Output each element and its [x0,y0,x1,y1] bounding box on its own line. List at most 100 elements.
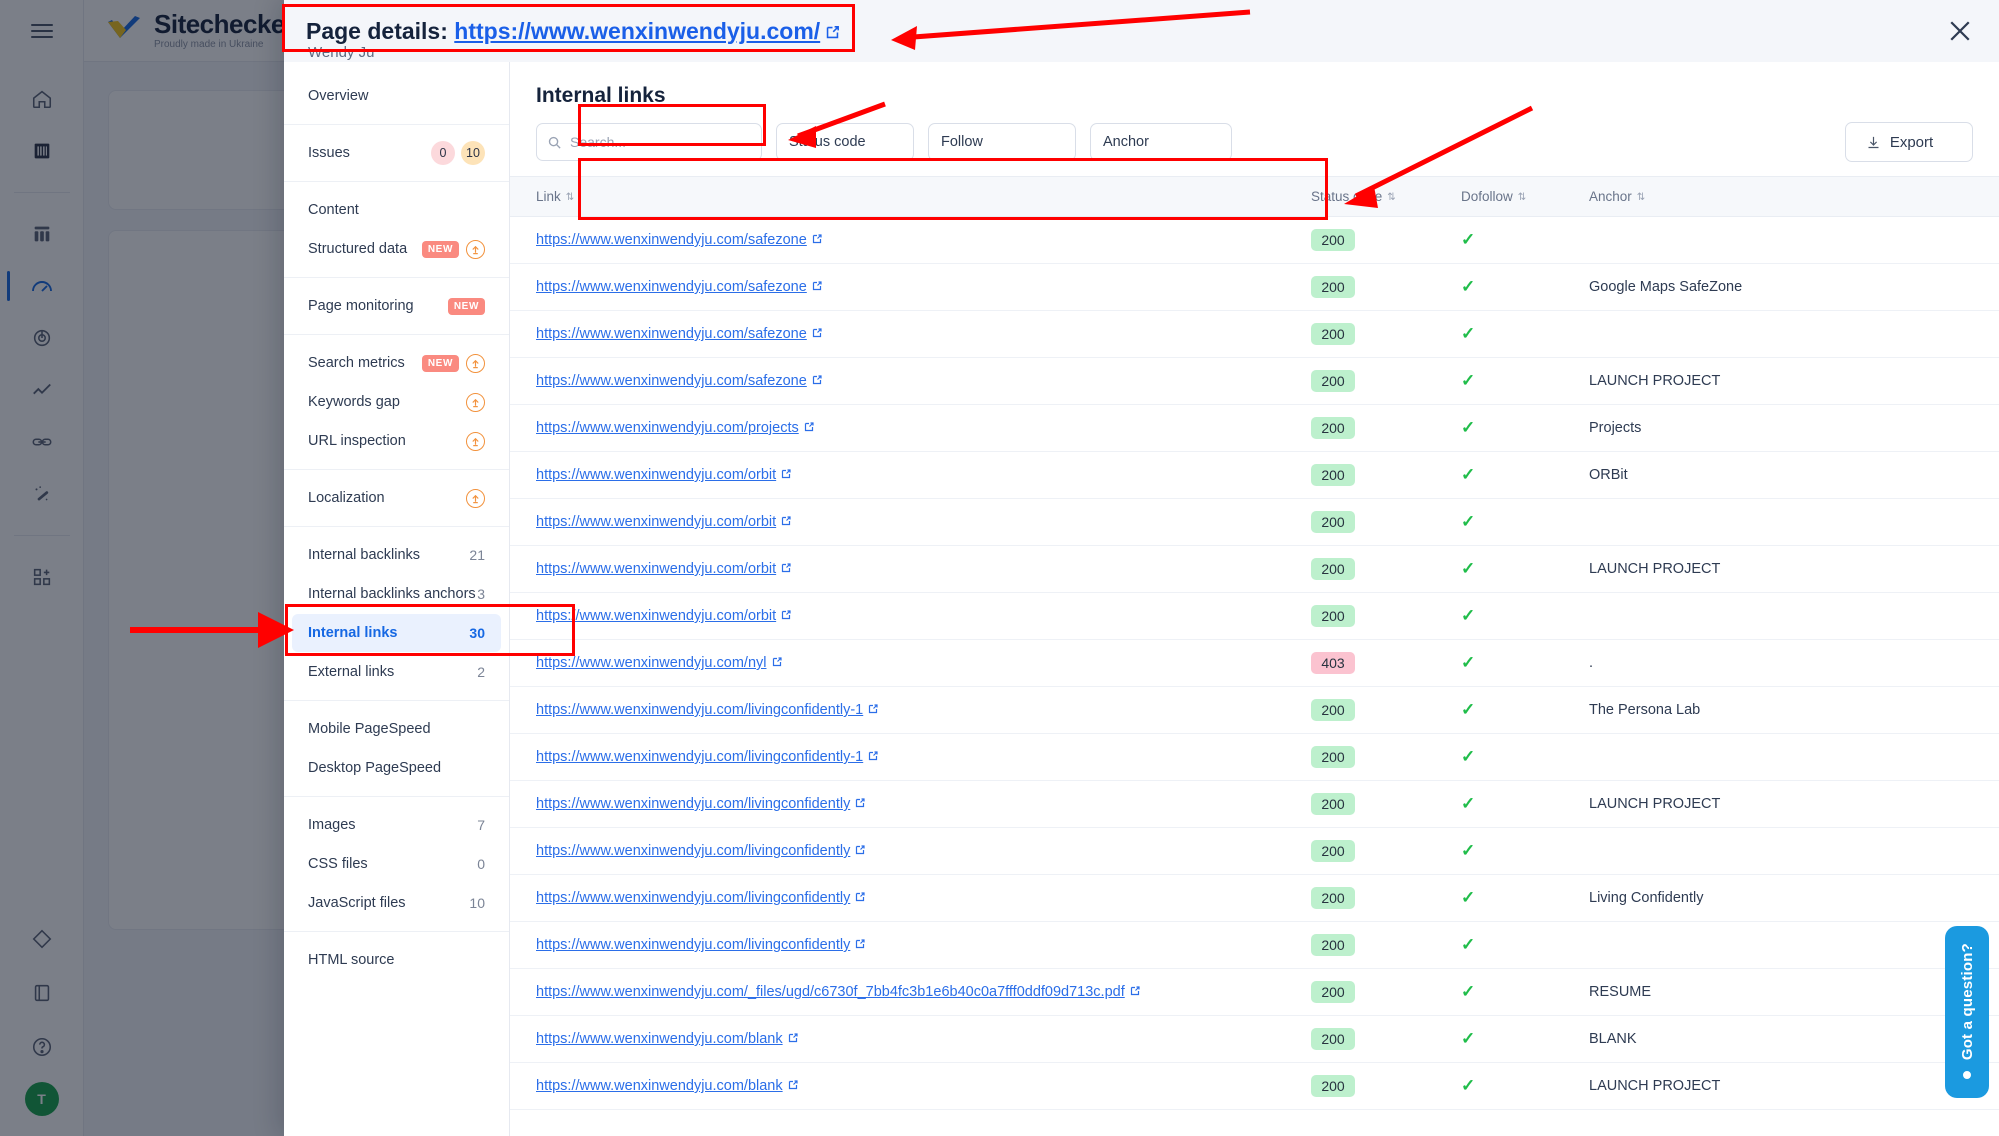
upgrade-icon[interactable] [466,239,485,259]
row-link[interactable]: https://www.wenxinwendyju.com/projects [536,420,799,436]
external-link-icon[interactable] [771,656,783,668]
check-icon: ✓ [1461,371,1476,390]
sidebar-item-localization[interactable]: Localization [292,479,501,517]
row-link[interactable]: https://www.wenxinwendyju.com/orbit [536,561,776,577]
upgrade-icon[interactable] [466,488,485,508]
cell-status-code: 200 [1301,592,1451,640]
cell-anchor: The Persona Lab [1579,686,1999,734]
sidebar-item-internal-links[interactable]: Internal links 30 [292,614,501,652]
table-row: https://www.wenxinwendyju.com/safezone 20… [510,310,1999,358]
external-link-icon[interactable] [787,1079,799,1091]
row-link[interactable]: https://www.wenxinwendyju.com/livingconf… [536,749,863,765]
status-code-filter[interactable]: Status code [776,123,914,161]
search-box[interactable] [536,123,762,161]
external-link-icon[interactable] [811,280,823,292]
cell-anchor: . [1579,639,1999,687]
sidebar-item-issues[interactable]: Issues 0 10 [292,134,501,172]
column-header-dofollow[interactable]: Dofollow ⇅ [1451,176,1579,217]
sidebar-item-internal-backlinks[interactable]: Internal backlinks 21 [292,536,501,574]
export-button[interactable]: Export [1845,122,1973,162]
site-owner-label: Wendy Ju [308,44,375,61]
row-link[interactable]: https://www.wenxinwendyju.com/safezone [536,326,807,342]
column-header-anchor[interactable]: Anchor ⇅ [1579,176,1999,217]
external-link-icon[interactable] [1129,985,1141,997]
cell-anchor: Projects [1579,404,1999,452]
sort-icon: ⇅ [1387,192,1396,203]
sidebar-item-javascript-files[interactable]: JavaScript files 10 [292,884,501,922]
sidebar-item-label: External links [308,664,395,680]
sidebar-item-url-inspection[interactable]: URL inspection [292,422,501,460]
external-link-icon[interactable] [854,891,866,903]
sidebar-item-page-monitoring[interactable]: Page monitoring NEW [292,287,501,325]
sidebar-item-mobile-pagespeed[interactable]: Mobile PageSpeed [292,710,501,748]
sidebar-item-structured-data[interactable]: Structured data NEW [292,230,501,268]
row-link[interactable]: https://www.wenxinwendyju.com/blank [536,1031,783,1047]
external-link-icon[interactable] [803,421,815,433]
upgrade-icon[interactable] [466,431,485,451]
external-link-icon[interactable] [867,750,879,762]
external-link-icon[interactable] [780,562,792,574]
search-input[interactable] [570,134,751,150]
anchor-filter[interactable]: Anchor [1090,123,1232,161]
chat-widget[interactable]: Got a question? [1945,926,1989,1098]
row-link[interactable]: https://www.wenxinwendyju.com/livingconf… [536,702,863,718]
cell-dofollow: ✓ [1451,545,1579,593]
external-link-icon[interactable] [811,233,823,245]
follow-filter[interactable]: Follow [928,123,1076,161]
column-header-link[interactable]: Link ⇅ [510,176,1301,217]
sidebar-item-content[interactable]: Content [292,191,501,229]
external-link-icon[interactable] [811,374,823,386]
sidebar-item-internal-backlinks-anchors[interactable]: Internal backlinks anchors 3 [292,575,501,613]
sidebar-item-count: 0 [477,856,485,872]
row-link[interactable]: https://www.wenxinwendyju.com/safezone [536,232,807,248]
row-link[interactable]: https://www.wenxinwendyju.com/safezone [536,279,807,295]
check-icon: ✓ [1461,747,1476,766]
sidebar-item-css-files[interactable]: CSS files 0 [292,845,501,883]
row-link[interactable]: https://www.wenxinwendyju.com/orbit [536,514,776,530]
external-link-icon[interactable] [854,797,866,809]
row-link[interactable]: https://www.wenxinwendyju.com/livingconf… [536,843,850,859]
upgrade-icon[interactable] [466,392,485,412]
row-link[interactable]: https://www.wenxinwendyju.com/safezone [536,373,807,389]
sidebar-item-html-source[interactable]: HTML source [292,941,501,979]
close-icon[interactable] [1945,16,1975,46]
sidebar-item-overview[interactable]: Overview [292,77,501,115]
external-link-icon[interactable] [854,938,866,950]
page-details-modal: Page details: https://www.wenxinwendyju.… [284,0,1999,1136]
external-link-icon[interactable] [780,609,792,621]
external-link-icon[interactable] [787,1032,799,1044]
sidebar-item-images[interactable]: Images 7 [292,806,501,844]
follow-filter-label: Follow [941,134,983,150]
external-link-icon[interactable] [780,468,792,480]
sidebar-item-desktop-pagespeed[interactable]: Desktop PageSpeed [292,749,501,787]
row-link[interactable]: https://www.wenxinwendyju.com/orbit [536,608,776,624]
status-badge: 200 [1311,464,1355,486]
sidebar-item-label: Structured data [308,241,408,257]
cell-dofollow: ✓ [1451,498,1579,546]
page-url-link[interactable]: https://www.wenxinwendyju.com/ [454,18,820,44]
row-link[interactable]: https://www.wenxinwendyju.com/livingconf… [536,890,850,906]
sidebar-item-keywords-gap[interactable]: Keywords gap [292,383,501,421]
external-link-icon[interactable] [867,703,879,715]
cell-link: https://www.wenxinwendyju.com/livingconf… [510,780,1301,828]
row-link[interactable]: https://www.wenxinwendyju.com/blank [536,1078,783,1094]
cell-link: https://www.wenxinwendyju.com/blank [510,1015,1301,1063]
external-link-icon[interactable] [780,515,792,527]
cell-link: https://www.wenxinwendyju.com/blank [510,1062,1301,1110]
sidebar-item-external-links[interactable]: External links 2 [292,653,501,691]
external-link-icon[interactable] [854,844,866,856]
table-row: https://www.wenxinwendyju.com/livingconf… [510,921,1999,969]
check-icon: ✓ [1461,653,1476,672]
cell-anchor: Google Maps SafeZone [1579,263,1999,311]
check-icon: ✓ [1461,418,1476,437]
external-link-icon[interactable] [811,327,823,339]
column-header-status-code[interactable]: Status code ⇅ [1301,176,1451,217]
row-link[interactable]: https://www.wenxinwendyju.com/nyl [536,655,767,671]
row-link[interactable]: https://www.wenxinwendyju.com/livingconf… [536,796,850,812]
sidebar-item-search-metrics[interactable]: Search metrics NEW [292,344,501,382]
row-link[interactable]: https://www.wenxinwendyju.com/_files/ugd… [536,984,1125,1000]
upgrade-icon[interactable] [466,353,485,373]
row-link[interactable]: https://www.wenxinwendyju.com/livingconf… [536,937,850,953]
external-link-icon[interactable] [824,20,841,38]
row-link[interactable]: https://www.wenxinwendyju.com/orbit [536,467,776,483]
